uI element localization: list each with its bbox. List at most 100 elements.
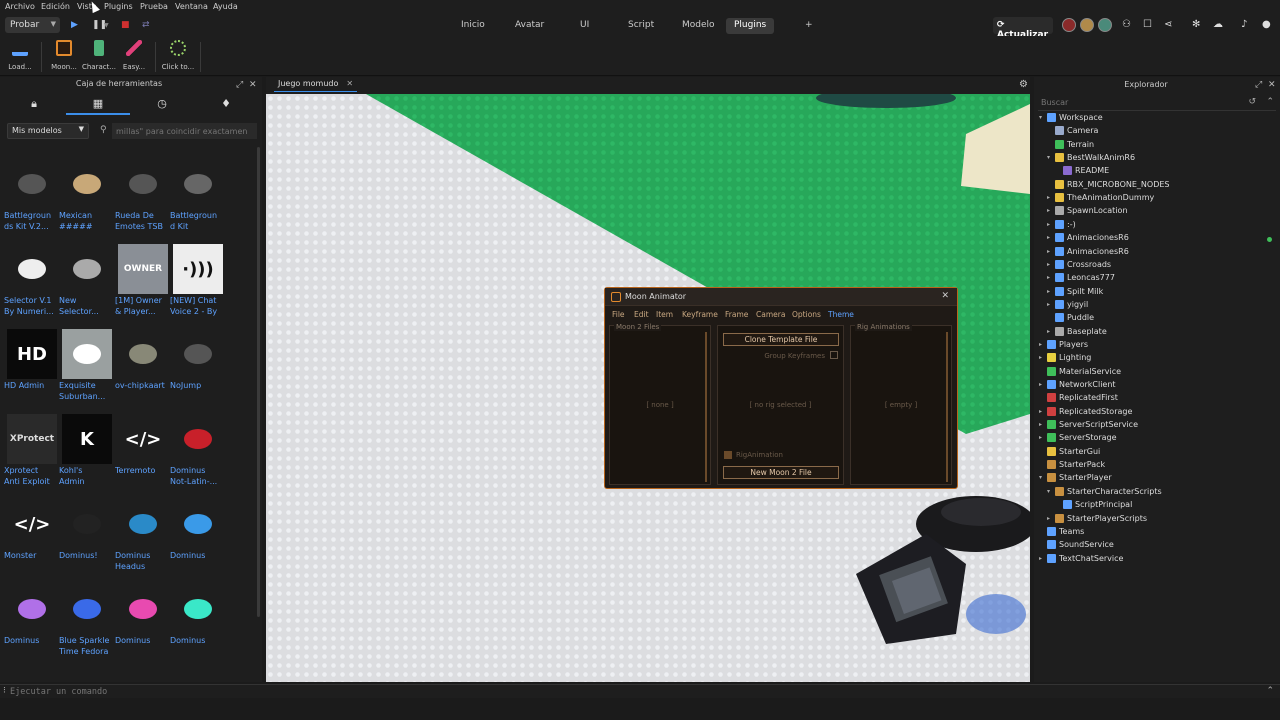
tree-item[interactable]: ReplicatedFirst bbox=[1039, 393, 1118, 406]
close-icon[interactable]: ✕ bbox=[249, 80, 257, 90]
item-name[interactable]: Dominus Not-Latin-... bbox=[170, 466, 226, 487]
expand-arrow-icon[interactable]: ▾ bbox=[1047, 154, 1055, 161]
command-input[interactable] bbox=[10, 685, 1010, 698]
tree-item[interactable]: ▸ NetworkClient bbox=[1039, 380, 1116, 393]
expand-arrow-icon[interactable]: ▸ bbox=[1047, 194, 1055, 201]
toolbox-item[interactable]: </> Monster bbox=[4, 499, 60, 562]
plugin-click-to-button[interactable]: Click to... bbox=[158, 40, 198, 71]
menu-edicion[interactable]: Edición bbox=[41, 2, 70, 11]
tree-item[interactable]: ▸ Crossroads bbox=[1047, 259, 1111, 273]
item-name[interactable]: Kohl's Admin bbox=[59, 466, 115, 487]
item-name[interactable]: [NEW] Chat Voice 2 - By bbox=[170, 296, 226, 317]
item-name[interactable]: Rueda De Emotes TSB bbox=[115, 211, 171, 232]
add-tab-button[interactable]: + bbox=[797, 18, 821, 34]
update-button[interactable]: ⟳ Actualizar bbox=[993, 17, 1053, 40]
tree-item[interactable]: ▸ AnimacionesR6 bbox=[1047, 233, 1129, 246]
tree-item[interactable]: ▸ ServerScriptService bbox=[1039, 420, 1138, 433]
toolbox-item[interactable]: Dominus Headus bbox=[115, 499, 171, 572]
group-keyframes-checkbox[interactable] bbox=[830, 351, 838, 359]
add-user-icon[interactable]: ⚇ bbox=[1122, 19, 1131, 30]
expand-arrow-icon[interactable]: ▾ bbox=[1047, 488, 1055, 495]
item-name[interactable]: NoJump bbox=[170, 381, 226, 392]
expand-arrow-icon[interactable]: ▸ bbox=[1047, 274, 1055, 281]
expand-arrow-icon[interactable]: ▸ bbox=[1039, 354, 1047, 361]
toolbox-item[interactable]: Rueda De Emotes TSB bbox=[115, 159, 171, 232]
item-name[interactable]: HD Admin bbox=[4, 381, 60, 392]
plugin-moon-animator-button[interactable]: Moon... bbox=[44, 40, 84, 71]
moon-menu-camera[interactable]: Camera bbox=[756, 310, 785, 319]
toolbox-item[interactable]: NoJump bbox=[170, 329, 226, 392]
new-moon-file-button[interactable]: New Moon 2 File bbox=[723, 466, 839, 479]
chevron-down-icon[interactable]: ▼ bbox=[104, 22, 109, 29]
tree-item[interactable]: ▾ Workspace bbox=[1039, 113, 1103, 126]
toolbox-item[interactable]: Mexican ##### bbox=[59, 159, 115, 232]
chat-icon[interactable]: ☐ bbox=[1143, 19, 1152, 30]
moon-menu-edit[interactable]: Edit bbox=[634, 310, 649, 319]
item-name[interactable]: Dominus bbox=[115, 636, 171, 647]
expand-arrow-icon[interactable]: ▸ bbox=[1039, 421, 1047, 428]
expand-arrow-icon[interactable]: ▸ bbox=[1039, 434, 1047, 441]
tree-item[interactable]: ▾ BestWalkAnimR6 bbox=[1047, 153, 1135, 166]
chevron-up-icon[interactable]: ⌃ bbox=[1266, 686, 1274, 696]
tab-avatar[interactable]: Avatar bbox=[507, 18, 552, 34]
item-name[interactable]: Battlegroun ds Kit V.2... bbox=[4, 211, 60, 232]
item-name[interactable]: Terremoto bbox=[115, 466, 171, 477]
play-icon[interactable]: ▶ bbox=[71, 20, 78, 30]
item-name[interactable]: New Selector... bbox=[59, 296, 115, 317]
tree-item[interactable]: ▸ ReplicatedStorage bbox=[1039, 406, 1132, 420]
toolbox-item[interactable]: HD HD Admin bbox=[4, 329, 60, 392]
tree-item[interactable]: ▸ Leoncas777 bbox=[1047, 273, 1115, 286]
scrollbar[interactable] bbox=[257, 147, 260, 617]
item-name[interactable]: Dominus bbox=[170, 551, 226, 562]
toolbox-item[interactable]: </> Terremoto bbox=[115, 414, 171, 477]
tree-item[interactable]: ▸ StarterPlayerScripts bbox=[1047, 513, 1147, 527]
expand-arrow-icon[interactable]: ▸ bbox=[1039, 381, 1047, 388]
moon-menu-options[interactable]: Options bbox=[792, 310, 821, 319]
tree-item[interactable]: RBX_MICROBONE_NODES bbox=[1047, 179, 1170, 193]
toolbox-item[interactable]: Blue Sparkle Time Fedora bbox=[59, 584, 115, 657]
expand-arrow-icon[interactable]: ▸ bbox=[1047, 207, 1055, 214]
expand-arrow-icon[interactable]: ▸ bbox=[1047, 261, 1055, 268]
tab-modelo[interactable]: Modelo bbox=[674, 18, 723, 34]
rig-animation-checkbox[interactable] bbox=[724, 451, 732, 459]
moon-menu-keyframe[interactable]: Keyframe bbox=[682, 310, 718, 319]
tab-recent[interactable]: ◷ bbox=[130, 95, 194, 115]
stop-icon[interactable]: ■ bbox=[121, 20, 130, 30]
item-name[interactable]: ov-chipkaart bbox=[115, 381, 171, 392]
share-icon[interactable]: ⋖ bbox=[1164, 19, 1172, 30]
menu-plugins[interactable]: Plugins bbox=[104, 2, 133, 11]
client-server-icon[interactable]: ⇄ bbox=[142, 20, 150, 30]
plugin-easy-button[interactable]: Easy... bbox=[114, 40, 154, 71]
expand-arrow-icon[interactable]: ▸ bbox=[1047, 248, 1055, 255]
tab-inventory[interactable]: 🔒︎ bbox=[2, 95, 66, 115]
toolbox-item[interactable]: Dominus Not-Latin-... bbox=[170, 414, 226, 487]
clone-template-button[interactable]: Clone Template File bbox=[723, 333, 839, 346]
gear-icon[interactable]: ⚙ bbox=[1019, 79, 1028, 90]
tab-script[interactable]: Script bbox=[620, 18, 662, 34]
expand-arrow-icon[interactable]: ▸ bbox=[1047, 301, 1055, 308]
tree-item[interactable]: ▸ Baseplate bbox=[1047, 326, 1107, 340]
undock-icon[interactable]: ⤢ bbox=[1255, 80, 1262, 90]
expand-arrow-icon[interactable]: ▸ bbox=[1047, 288, 1055, 295]
tree-item[interactable]: StarterPack bbox=[1039, 460, 1105, 473]
tree-item[interactable]: Puddle bbox=[1047, 313, 1094, 326]
toolbox-item[interactable]: New Selector... bbox=[59, 244, 115, 317]
tree-item[interactable]: Terrain bbox=[1047, 139, 1094, 153]
tree-item[interactable]: ▸ Lighting bbox=[1039, 353, 1091, 366]
collaborator-avatar[interactable] bbox=[1080, 18, 1094, 32]
tree-item[interactable]: ScriptPrincipal bbox=[1055, 500, 1132, 513]
tree-item[interactable]: MaterialService bbox=[1039, 366, 1121, 380]
3d-viewport[interactable]: Juego momudo ✕ ⚙ Moon Animator ✕ File Ed… bbox=[266, 77, 1030, 682]
moon-menu-item[interactable]: Item bbox=[656, 310, 673, 319]
toolbox-item[interactable]: Battlegroun ds Kit V.2... bbox=[4, 159, 60, 232]
tree-item[interactable]: Teams bbox=[1039, 526, 1084, 540]
menu-ayuda[interactable]: Ayuda bbox=[213, 2, 238, 11]
collapse-icon[interactable]: ⌃ bbox=[1266, 97, 1274, 107]
tab-game[interactable]: Juego momudo ✕ bbox=[274, 79, 358, 92]
tree-item[interactable]: StarterGui bbox=[1039, 446, 1100, 460]
toolbox-item[interactable]: Exquisite Suburban... bbox=[59, 329, 115, 402]
tab-marketplace[interactable]: ▦ bbox=[66, 95, 130, 115]
explorer-search-input[interactable] bbox=[1038, 95, 1276, 111]
collaborator-avatar[interactable] bbox=[1098, 18, 1112, 32]
undock-icon[interactable]: ⤢ bbox=[236, 80, 243, 90]
